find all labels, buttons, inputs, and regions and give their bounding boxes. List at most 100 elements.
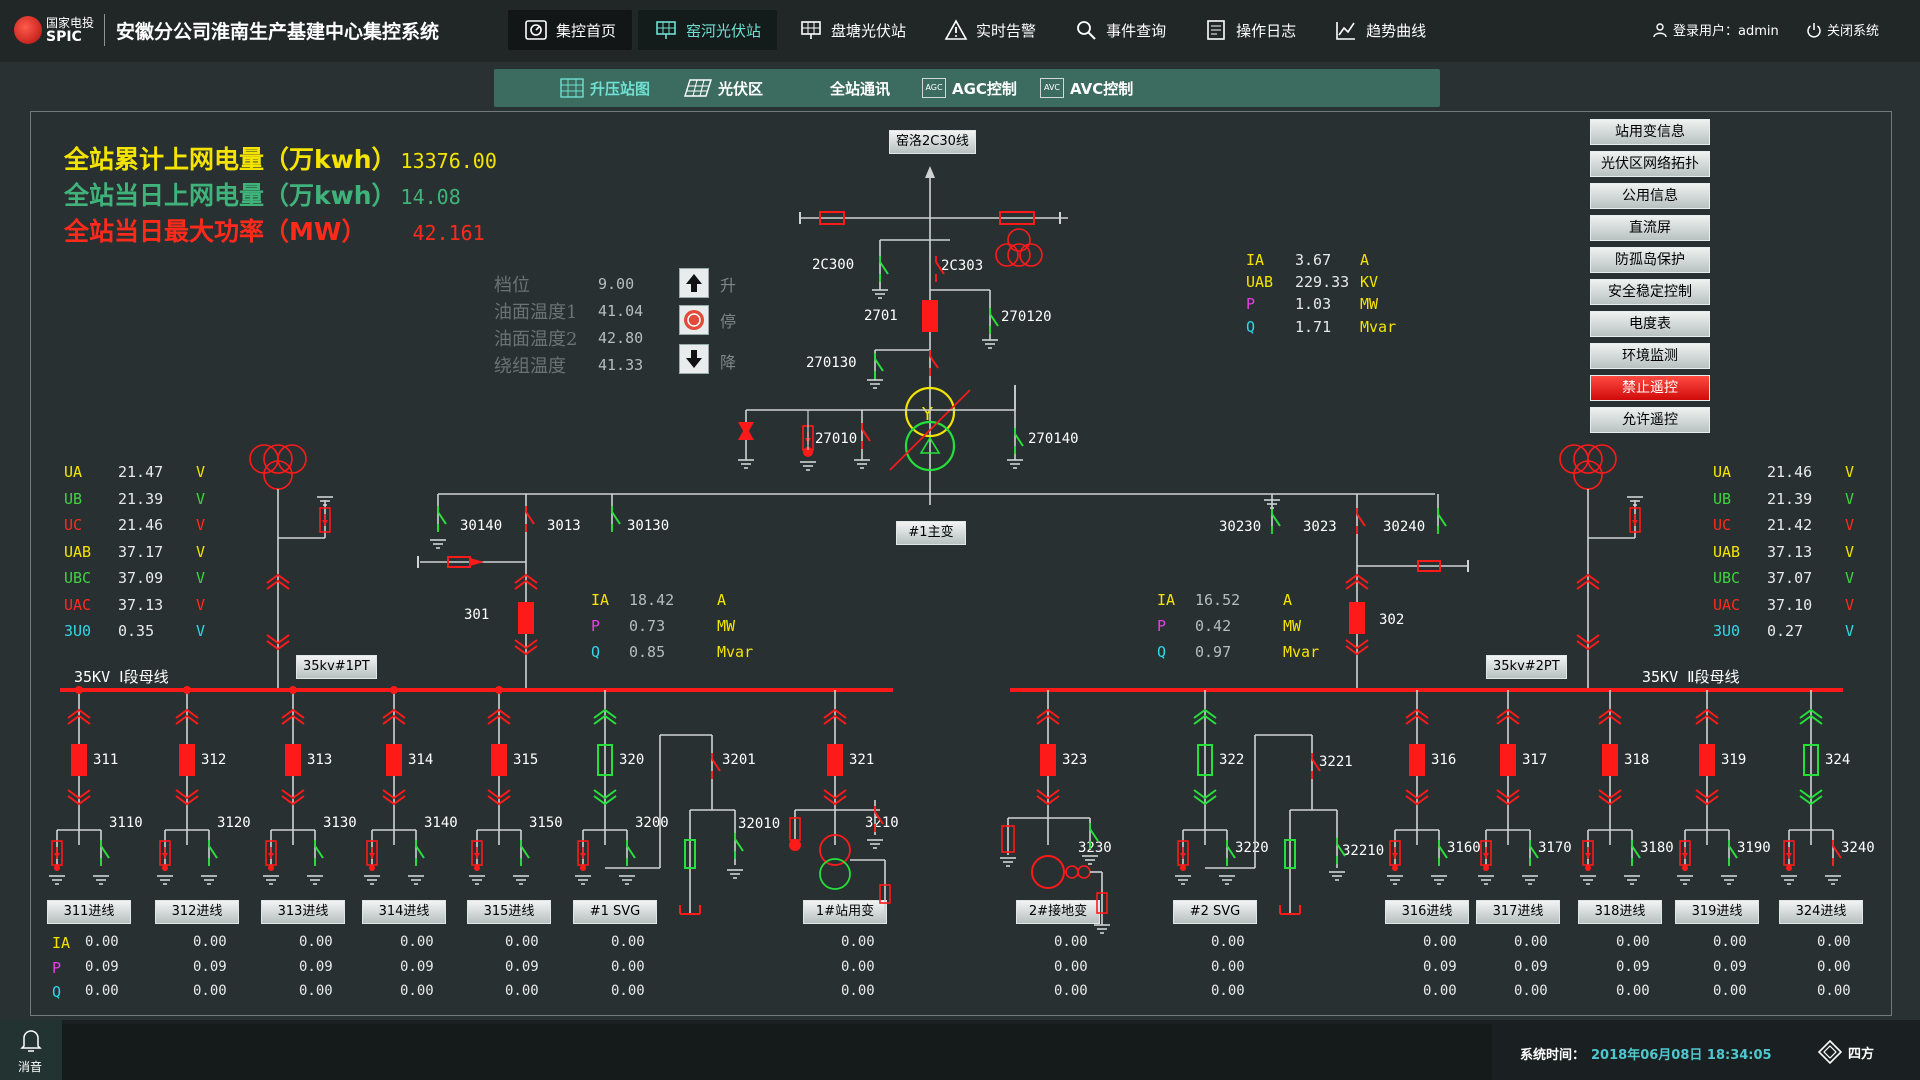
feeder-breaker-tag: 319 bbox=[1721, 752, 1747, 768]
main-nav: 集控首页 窑河光伏站 盘塘光伏站 实时告警 事件查询 操作日志 趋势曲线 bbox=[508, 10, 1448, 52]
nav-yaohe-pv[interactable]: 窑河光伏站 bbox=[638, 10, 778, 50]
avc-icon: AVC bbox=[1040, 78, 1064, 98]
tag-302: 302 bbox=[1379, 612, 1405, 628]
feeder-meas-value: 0.00 bbox=[85, 934, 119, 950]
login-user-label: 登录用户：admin bbox=[1673, 24, 1779, 39]
tap-raise-label: 升 bbox=[720, 276, 737, 295]
feeder-name-button[interactable]: 314进线 bbox=[362, 900, 446, 924]
feeder-switch-tag: 3230 bbox=[1078, 840, 1112, 856]
anti-islanding-button[interactable]: 防孤岛保护 bbox=[1590, 247, 1710, 273]
feeder-meas-value: 0.09 bbox=[1423, 958, 1457, 975]
gauge-icon bbox=[525, 20, 547, 40]
feeder-name-button[interactable]: 312进线 bbox=[155, 900, 239, 924]
arrow-down-icon bbox=[686, 350, 702, 368]
feeder-name-button[interactable]: 318进线 bbox=[1578, 900, 1662, 924]
subnav-avc[interactable]: AVC AVC控制 bbox=[1040, 69, 1133, 107]
system-title: 安徽分公司淮南生产基建中心集控系统 bbox=[116, 21, 440, 43]
tag-30130: 30130 bbox=[627, 518, 670, 534]
bus2-pt-label[interactable]: 35kv#2PT bbox=[1486, 655, 1567, 679]
volt-unit: V bbox=[196, 489, 206, 508]
main-transformer-label[interactable]: #1主变 bbox=[896, 521, 966, 545]
branch-meas-value: 0.73 bbox=[629, 617, 666, 635]
nav-realtime-alarm[interactable]: 实时告警 bbox=[928, 10, 1052, 50]
panel-icon bbox=[656, 21, 676, 39]
bus1-pt-label[interactable]: 35kv#1PT bbox=[296, 655, 377, 679]
pv-network-topology-button[interactable]: 光伏区网络拓扑 bbox=[1590, 151, 1710, 177]
mute-label: 消音 bbox=[18, 1060, 43, 1074]
feeder-name-button[interactable]: 315进线 bbox=[467, 900, 551, 924]
volt-key: 3U0 bbox=[1713, 622, 1741, 640]
mute-alarm-button[interactable]: 消音 bbox=[0, 1020, 62, 1080]
feeder-breaker-tag: 315 bbox=[513, 752, 539, 768]
nav-home[interactable]: 集控首页 bbox=[508, 10, 633, 50]
tap-raise-button[interactable] bbox=[679, 268, 709, 298]
tag-2c303: 2C303 bbox=[941, 258, 984, 274]
tag-301: 301 bbox=[464, 607, 490, 623]
disable-remote-control-button[interactable]: 禁止遥控 bbox=[1590, 375, 1710, 401]
subnav-agc[interactable]: AGC AGC控制 bbox=[922, 69, 1017, 107]
logout-button[interactable]: 关闭系统 bbox=[1806, 20, 1879, 39]
tap-stop-button[interactable] bbox=[679, 305, 709, 335]
volt-unit: V bbox=[1845, 463, 1855, 481]
public-info-button[interactable]: 公用信息 bbox=[1590, 183, 1710, 209]
tag-3201: 3201 bbox=[722, 752, 756, 768]
stat-maxp-label: 全站当日最大功率（MW） bbox=[64, 217, 367, 246]
nav-event-query[interactable]: 事件查询 bbox=[1058, 10, 1182, 50]
sifang-brand: 四方 bbox=[1818, 1040, 1874, 1064]
volt-unit: V bbox=[196, 542, 206, 561]
subnav-comm[interactable]: 全站通讯 bbox=[830, 69, 890, 107]
feeder-meas-value: 0.09 bbox=[299, 958, 333, 975]
nav-log-label: 操作日志 bbox=[1236, 21, 1297, 40]
feeder-name-button[interactable]: 311进线 bbox=[47, 900, 131, 924]
line-2c30-label[interactable]: 窑洛2C30线 bbox=[889, 130, 976, 154]
subnav-pv-area[interactable]: 光伏区 bbox=[684, 69, 763, 107]
volt-value: 21.46 bbox=[1767, 463, 1813, 481]
feeder-name-button[interactable]: 313进线 bbox=[261, 900, 345, 924]
branch-meas-unit: MW bbox=[1283, 617, 1302, 635]
stability-control-button[interactable]: 安全稳定控制 bbox=[1590, 279, 1710, 305]
feeder-name-button[interactable]: #1 SVG bbox=[573, 900, 657, 924]
feeder-name-button[interactable]: 324进线 bbox=[1779, 900, 1863, 924]
feeder-meas-value: 0.00 bbox=[841, 958, 875, 975]
station-transformer-info-button[interactable]: 站用变信息 bbox=[1590, 119, 1710, 145]
enable-remote-control-button[interactable]: 允许遥控 bbox=[1590, 407, 1710, 433]
dc-panel-button[interactable]: 直流屏 bbox=[1590, 215, 1710, 241]
environment-monitor-button[interactable]: 环境监测 bbox=[1590, 343, 1710, 369]
feeder-switch-tag: 3190 bbox=[1737, 840, 1771, 856]
branch-meas-unit: A bbox=[717, 591, 727, 609]
volt-unit: V bbox=[196, 622, 206, 640]
stat-total-energy: 全站累计上网电量（万kwh） 13376.00 bbox=[64, 140, 497, 176]
stat-total-value: 13376.00 bbox=[400, 149, 497, 173]
energy-meter-button[interactable]: 电度表 bbox=[1590, 311, 1710, 337]
volt-unit: V bbox=[196, 595, 206, 614]
feeder-name-button[interactable]: 316进线 bbox=[1385, 900, 1469, 924]
feeder-meas-value: 0.00 bbox=[400, 934, 434, 950]
branch-meas-value: 16.52 bbox=[1195, 591, 1241, 609]
login-user[interactable]: 登录用户：admin bbox=[1652, 20, 1779, 39]
sifang-label: 四方 bbox=[1848, 1046, 1875, 1062]
stat-maxp-value: 42.161 bbox=[412, 221, 485, 245]
nav-operation-log[interactable]: 操作日志 bbox=[1188, 10, 1312, 50]
feeder-name-button[interactable]: 2#接地变 bbox=[1016, 900, 1100, 924]
feeder-name-button[interactable]: 1#站用变 bbox=[803, 900, 887, 924]
feeder-meas-value: 0.00 bbox=[1211, 958, 1245, 975]
subnav-pv-label: 光伏区 bbox=[718, 79, 764, 98]
feeder-breaker-tag: 314 bbox=[408, 752, 434, 768]
feeder-name-button[interactable]: #2 SVG bbox=[1173, 900, 1257, 924]
branch-meas-key: P bbox=[1157, 617, 1167, 635]
nav-trend-curve[interactable]: 趋势曲线 bbox=[1318, 10, 1442, 50]
substation-icon bbox=[560, 78, 584, 98]
feeder-meas-value: 0.00 bbox=[1423, 934, 1457, 950]
branch-meas-value: 0.42 bbox=[1195, 617, 1232, 635]
panel-icon bbox=[801, 21, 821, 39]
tag-270130: 270130 bbox=[806, 355, 857, 371]
volt-value: 21.42 bbox=[1767, 516, 1813, 534]
subnav-agc-label: AGC控制 bbox=[952, 79, 1017, 98]
nav-pantang-pv[interactable]: 盘塘光伏站 bbox=[783, 10, 922, 50]
feeder-name-button[interactable]: 319进线 bbox=[1675, 900, 1759, 924]
subnav-substation[interactable]: 升压站图 bbox=[560, 69, 650, 107]
feeder-name-button[interactable]: 317进线 bbox=[1476, 900, 1560, 924]
feeder-breaker-tag: 321 bbox=[849, 752, 875, 768]
feeder-breaker-tag: 324 bbox=[1825, 752, 1851, 768]
tap-lower-button[interactable] bbox=[679, 344, 709, 374]
